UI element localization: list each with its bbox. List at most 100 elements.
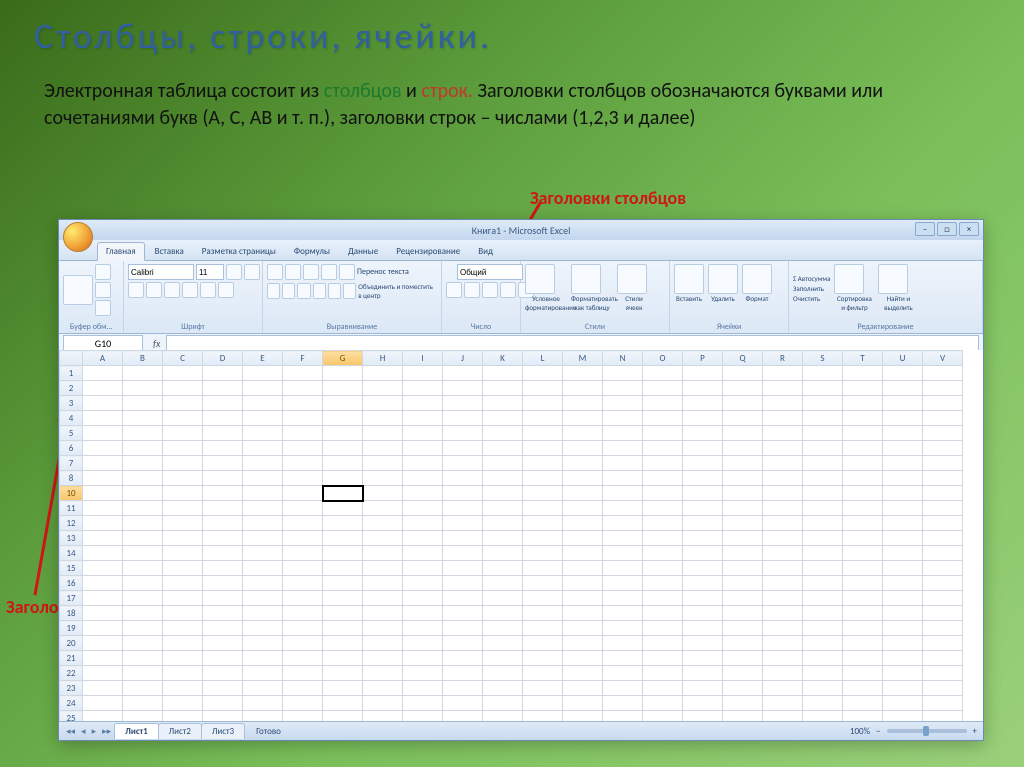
- cell[interactable]: [523, 606, 563, 621]
- cell[interactable]: [243, 411, 283, 426]
- cell[interactable]: [603, 546, 643, 561]
- cell[interactable]: [363, 366, 403, 381]
- cell[interactable]: [243, 366, 283, 381]
- cell[interactable]: [483, 411, 523, 426]
- column-header[interactable]: G: [323, 351, 363, 366]
- cell[interactable]: [363, 381, 403, 396]
- cell[interactable]: [403, 666, 443, 681]
- cell[interactable]: [203, 471, 243, 486]
- cell[interactable]: [403, 531, 443, 546]
- cell[interactable]: [763, 396, 803, 411]
- cell[interactable]: [803, 411, 843, 426]
- cell[interactable]: [203, 561, 243, 576]
- cell[interactable]: [803, 516, 843, 531]
- cell[interactable]: [883, 666, 923, 681]
- cell[interactable]: [683, 531, 723, 546]
- cell[interactable]: [203, 456, 243, 471]
- cell[interactable]: [443, 531, 483, 546]
- column-header[interactable]: K: [483, 351, 523, 366]
- cell[interactable]: [403, 381, 443, 396]
- cell[interactable]: [803, 456, 843, 471]
- wrap-text-label[interactable]: Перенос текста: [357, 267, 409, 277]
- cell[interactable]: [523, 576, 563, 591]
- cell[interactable]: [203, 381, 243, 396]
- name-box[interactable]: G10: [63, 335, 143, 352]
- cell[interactable]: [883, 531, 923, 546]
- paste-icon[interactable]: [63, 275, 93, 305]
- cell[interactable]: [883, 651, 923, 666]
- cell[interactable]: [283, 576, 323, 591]
- cell[interactable]: [483, 621, 523, 636]
- cell[interactable]: [123, 561, 163, 576]
- cell[interactable]: [803, 696, 843, 711]
- row-header[interactable]: 19: [60, 621, 83, 636]
- cell[interactable]: [443, 426, 483, 441]
- sheet-nav-last[interactable]: ▸▸: [99, 726, 114, 737]
- cell[interactable]: [83, 501, 123, 516]
- cell[interactable]: [403, 546, 443, 561]
- cell[interactable]: [243, 516, 283, 531]
- cell[interactable]: [763, 576, 803, 591]
- cell[interactable]: [643, 591, 683, 606]
- increase-font-icon[interactable]: [226, 264, 242, 280]
- cell[interactable]: [83, 396, 123, 411]
- cell[interactable]: [163, 471, 203, 486]
- cell[interactable]: [123, 396, 163, 411]
- cell[interactable]: [923, 531, 963, 546]
- cell[interactable]: [363, 516, 403, 531]
- cell[interactable]: [443, 561, 483, 576]
- cell[interactable]: [643, 561, 683, 576]
- cell[interactable]: [163, 546, 203, 561]
- minimize-button[interactable]: –: [915, 222, 935, 236]
- cell[interactable]: [923, 636, 963, 651]
- cell[interactable]: [243, 381, 283, 396]
- cell[interactable]: [723, 591, 763, 606]
- conditional-format-icon[interactable]: [525, 264, 555, 294]
- row-header[interactable]: 8: [60, 471, 83, 486]
- align-middle-icon[interactable]: [285, 264, 301, 280]
- cell[interactable]: [923, 621, 963, 636]
- cell[interactable]: [363, 486, 403, 501]
- cell-styles-icon[interactable]: [617, 264, 647, 294]
- format-table-label[interactable]: Форматировать как таблицу: [571, 294, 613, 312]
- cell-styles-label[interactable]: Стили ячеек: [617, 294, 651, 312]
- cell[interactable]: [163, 486, 203, 501]
- cell[interactable]: [603, 396, 643, 411]
- cell[interactable]: [123, 381, 163, 396]
- cell[interactable]: [523, 546, 563, 561]
- cell[interactable]: [123, 651, 163, 666]
- row-header[interactable]: 22: [60, 666, 83, 681]
- cell[interactable]: [843, 426, 883, 441]
- cell[interactable]: [563, 696, 603, 711]
- format-label[interactable]: Формат: [742, 294, 772, 303]
- cell[interactable]: [643, 426, 683, 441]
- cell[interactable]: [603, 411, 643, 426]
- cell[interactable]: [843, 516, 883, 531]
- align-left-icon[interactable]: [267, 283, 280, 299]
- cell[interactable]: [563, 426, 603, 441]
- cell[interactable]: [523, 411, 563, 426]
- cell[interactable]: [83, 426, 123, 441]
- column-header[interactable]: T: [843, 351, 883, 366]
- column-header[interactable]: S: [803, 351, 843, 366]
- cell[interactable]: [163, 681, 203, 696]
- cell[interactable]: [843, 546, 883, 561]
- cell[interactable]: [843, 411, 883, 426]
- row-header[interactable]: 18: [60, 606, 83, 621]
- cell[interactable]: [123, 546, 163, 561]
- cell[interactable]: [123, 576, 163, 591]
- cell[interactable]: [723, 396, 763, 411]
- cell[interactable]: [763, 606, 803, 621]
- row-header[interactable]: 2: [60, 381, 83, 396]
- cell[interactable]: [923, 396, 963, 411]
- cell[interactable]: [683, 471, 723, 486]
- cell[interactable]: [123, 411, 163, 426]
- cell[interactable]: [843, 651, 883, 666]
- select-all-corner[interactable]: [60, 351, 83, 366]
- cell[interactable]: [683, 636, 723, 651]
- cell[interactable]: [923, 651, 963, 666]
- cell[interactable]: [763, 681, 803, 696]
- sheet-nav-next[interactable]: ▸: [89, 726, 100, 737]
- cell[interactable]: [163, 396, 203, 411]
- cell[interactable]: [803, 426, 843, 441]
